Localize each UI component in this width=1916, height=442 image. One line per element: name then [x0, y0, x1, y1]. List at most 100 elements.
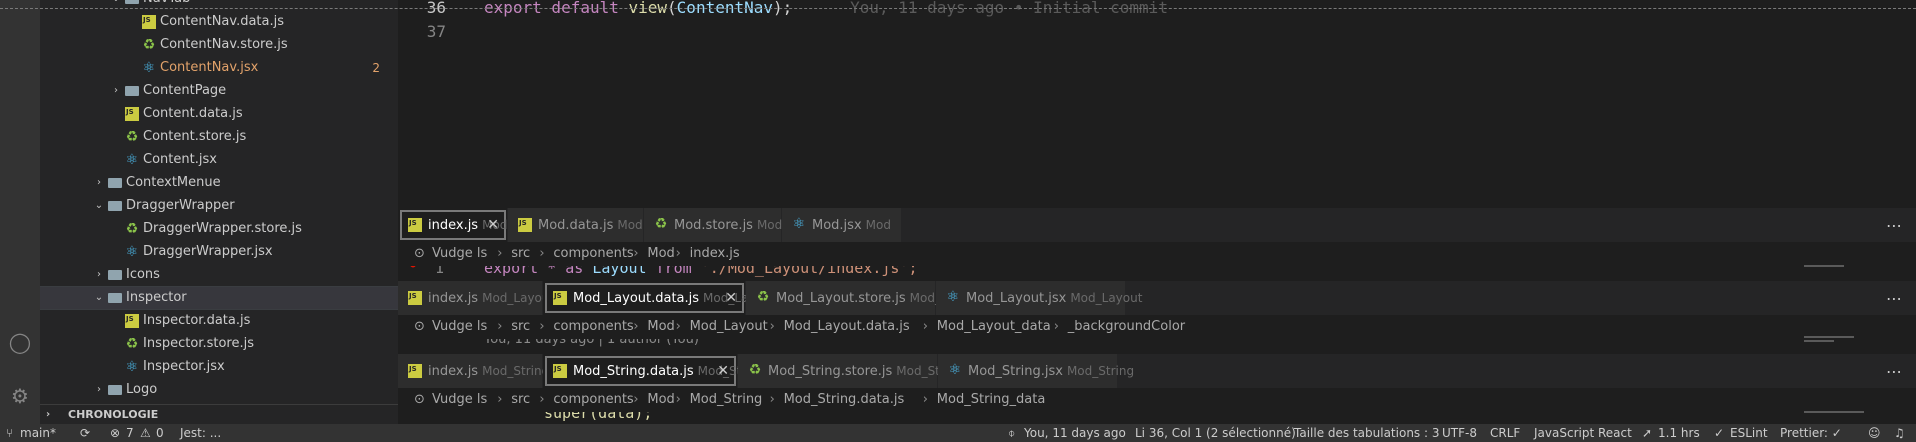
prettier-status[interactable]: Prettier: ✓	[1780, 424, 1842, 442]
editor-tab[interactable]: ⚛ Mod.jsx Mod	[782, 208, 902, 242]
tree-item[interactable]: ⌄ Inspector	[40, 286, 398, 310]
wakatime[interactable]: 1.1 hrs	[1658, 424, 1700, 442]
line-endings[interactable]: CRLF	[1490, 424, 1520, 442]
chevron-right-icon: ›	[97, 177, 101, 188]
breadcrumb-item[interactable]: Vudge ls	[432, 315, 487, 339]
tree-item[interactable]: › ContextMenue	[40, 172, 398, 194]
breadcrumb-item[interactable]: _backgroundColor	[1068, 315, 1185, 339]
breadcrumb-item[interactable]: Mod	[647, 315, 674, 339]
breadcrumb-item[interactable]: src	[511, 242, 530, 266]
eslint-status[interactable]: ESLint	[1730, 424, 1768, 442]
breadcrumb-item[interactable]: Mod_String	[690, 388, 763, 412]
breadcrumb-item[interactable]: index.js	[690, 242, 740, 266]
tree-item[interactable]: ⚛ Content.jsx	[40, 149, 398, 171]
editor-tab[interactable]: ♻Mod_Layout.store.jsMod_Layout	[746, 281, 982, 315]
editor-tab[interactable]: Mod.data.jsMod	[508, 208, 644, 242]
settings-gear-icon[interactable]: ⚙	[8, 384, 32, 408]
breadcrumb-item[interactable]: Mod	[647, 242, 674, 266]
editor-tab[interactable]: ⚛ Mod_Layout.jsx Mod_Layout	[936, 281, 1142, 315]
breadcrumb: ⊙ Vudge ls › src › components › Mod › index.js	[398, 242, 1916, 266]
breadcrumb-item[interactable]: Mod_Layout_data	[937, 315, 1051, 339]
editor-tab[interactable]: ♻ Mod_String.store.js Mod_String	[738, 354, 963, 388]
encoding[interactable]: UTF-8	[1442, 424, 1477, 442]
tree-item-label: Inspector.store.js	[143, 336, 254, 351]
status-blame[interactable]: You, 11 days ago	[1024, 424, 1126, 442]
react-file-icon: ⚛	[142, 60, 156, 76]
tree-item[interactable]: ⚛ Inspector.jsx	[40, 356, 398, 378]
problem-count-badge: 2	[372, 61, 380, 75]
editor-tab[interactable]: ⚛ Mod_String.jsx Mod_String	[938, 354, 1134, 388]
editor-tab[interactable]: Mod_Layout.data.jsMod_Layout✕	[543, 281, 775, 315]
minimap[interactable]	[1796, 408, 1916, 420]
error-count[interactable]: 7	[126, 424, 134, 442]
tree-item[interactable]: ♻ Content.store.js	[40, 126, 398, 148]
javascript-file-icon	[408, 218, 422, 232]
close-tab-icon[interactable]: ✕	[725, 281, 737, 315]
breadcrumb-item[interactable]: Mod_Layout.data.js	[784, 315, 910, 339]
tree-item[interactable]: ⚛ ContentNav.jsx 2	[40, 57, 398, 79]
breadcrumb-item[interactable]: Mod_Layout	[690, 315, 768, 339]
tree-item[interactable]: › ContentPage	[40, 80, 398, 102]
warning-count[interactable]: 0	[156, 424, 164, 442]
account-icon[interactable]: ◯	[8, 330, 32, 354]
editor-tab[interactable]: Mod_String.data.jsMod_String✕	[543, 354, 765, 388]
jest-status[interactable]: Jest: ...	[180, 424, 221, 442]
timeline-section-header[interactable]: › CHRONOLOGIE	[40, 404, 398, 424]
breadcrumb-item[interactable]: components	[553, 315, 633, 339]
more-actions-icon[interactable]: ⋯	[1886, 289, 1902, 308]
editor-tab[interactable]: index.jsMod_Layout	[398, 281, 554, 315]
editor-main[interactable]: 36 export default view(ContentNav); You,…	[398, 0, 1916, 208]
git-branch[interactable]: main*	[20, 424, 56, 442]
close-tab-icon[interactable]: ✕	[487, 208, 499, 242]
tab-size[interactable]: Taille des tabulations : 3	[1294, 424, 1439, 442]
tab-description: Mod	[865, 218, 891, 232]
language-mode[interactable]: JavaScript React	[1534, 424, 1632, 442]
react-file-icon: ⚛	[792, 216, 806, 232]
feedback-icon[interactable]: ☺	[1868, 424, 1881, 442]
more-actions-icon[interactable]: ⋯	[1886, 216, 1902, 235]
breadcrumb-item[interactable]: Vudge ls	[432, 242, 487, 266]
breadcrumb: ⊙ Vudge ls › src › components › Mod › Mod_String ›…	[398, 388, 1916, 412]
close-tab-icon[interactable]: ✕	[717, 354, 729, 388]
tree-item[interactable]: ⌄ DraggerWrapper	[40, 195, 398, 217]
tree-item-label: ContentNav.store.js	[160, 37, 288, 52]
peek-code[interactable]: super(data);	[398, 412, 1916, 424]
peek-code[interactable]: You, 11 days ago | 1 author (You)	[398, 339, 1916, 354]
tree-item[interactable]: Content.data.js	[40, 103, 398, 125]
bell-icon[interactable]: ♫	[1894, 424, 1905, 442]
more-actions-icon[interactable]: ⋯	[1886, 362, 1902, 381]
breadcrumb-item[interactable]: Vudge ls	[432, 388, 487, 412]
breadcrumb-item[interactable]: components	[553, 388, 633, 412]
breadcrumb-separator: ›	[497, 392, 503, 407]
sync-icon[interactable]: ⟳	[80, 424, 90, 442]
cursor-position[interactable]: Li 36, Col 1 (2 sélectionné)	[1135, 424, 1296, 442]
peek-code[interactable]: ● 1 export * as Layout from './Mod_Layou…	[398, 266, 1916, 281]
minimap[interactable]	[1796, 262, 1916, 274]
tree-item[interactable]: ♻ Inspector.store.js	[40, 333, 398, 355]
breadcrumb-separator: ›	[769, 392, 775, 407]
editor-tab[interactable]: index.jsMod✕	[398, 208, 508, 242]
breadcrumb-item[interactable]: Mod_String_data	[937, 388, 1046, 412]
tree-item[interactable]: ⚛ DraggerWrapper.jsx	[40, 241, 398, 263]
breadcrumb-separator: ›	[539, 319, 545, 334]
tab-description: Mod_String	[1066, 364, 1135, 378]
breadcrumb-separator: ›	[539, 392, 545, 407]
minimap[interactable]	[1796, 335, 1916, 347]
tree-item[interactable]: ♻ DraggerWrapper.store.js	[40, 218, 398, 240]
editor-tab[interactable]: index.jsMod_String	[398, 354, 549, 388]
tab-label: index.js Mod_Layout	[428, 291, 555, 306]
tree-item[interactable]: ♻ ContentNav.store.js	[40, 34, 398, 56]
breadcrumb-item[interactable]: Mod_String.data.js	[784, 388, 905, 412]
explorer-sidebar: ⌄NavTabContentNav.data.js♻ContentNav.sto…	[40, 0, 398, 424]
editor-tab[interactable]: ♻ Mod.store.js Mod	[644, 208, 782, 242]
tree-item[interactable]: ContentNav.data.js	[40, 11, 398, 33]
tree-item[interactable]: › Icons	[40, 264, 398, 286]
tree-item[interactable]: Inspector.data.js	[40, 310, 398, 332]
breadcrumb-item[interactable]: Mod	[647, 388, 674, 412]
tab-bar: index.jsMod_StringMod_String.data.jsMod_…	[398, 354, 1916, 388]
breadcrumb-item[interactable]: src	[511, 315, 530, 339]
breadcrumb-item[interactable]: src	[511, 388, 530, 412]
tab-label: Mod_String.data.js Mod_String	[573, 364, 765, 379]
breadcrumb-item[interactable]: components	[553, 242, 633, 266]
tree-item[interactable]: › Logo	[40, 379, 398, 401]
